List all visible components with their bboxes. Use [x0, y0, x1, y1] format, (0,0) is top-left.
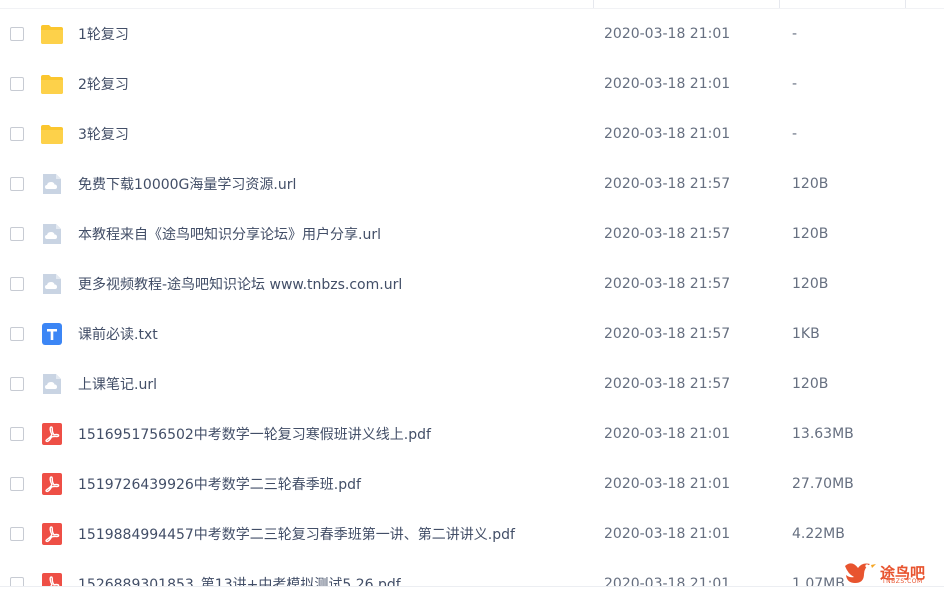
- file-date: 2020-03-18 21:57: [604, 226, 731, 242]
- file-size: 120B: [792, 376, 829, 392]
- url-icon: [40, 272, 64, 296]
- file-name[interactable]: 上课笔记.url: [78, 374, 157, 394]
- folder-icon: [40, 72, 64, 96]
- url-icon: [40, 222, 64, 246]
- file-row[interactable]: 3轮复习 2020-03-18 21:01 -: [0, 109, 944, 159]
- file-row[interactable]: 1516951756502中考数学一轮复习寒假班讲义线上.pdf 2020-03-…: [0, 409, 944, 459]
- row-checkbox[interactable]: [10, 127, 24, 141]
- row-checkbox[interactable]: [10, 427, 24, 441]
- file-name[interactable]: 2轮复习: [78, 74, 129, 94]
- file-date: 2020-03-18 21:57: [604, 376, 731, 392]
- file-row[interactable]: 1519884994457中考数学二三轮复习春季班第一讲、第二讲讲义.pdf 20…: [0, 509, 944, 559]
- row-checkbox[interactable]: [10, 377, 24, 391]
- file-date: 2020-03-18 21:01: [604, 476, 731, 492]
- file-size: 120B: [792, 176, 829, 192]
- file-name[interactable]: 1519884994457中考数学二三轮复习春季班第一讲、第二讲讲义.pdf: [78, 524, 515, 544]
- file-name[interactable]: 1轮复习: [78, 24, 129, 44]
- file-date: 2020-03-18 21:57: [604, 276, 731, 292]
- row-checkbox[interactable]: [10, 277, 24, 291]
- url-icon: [40, 172, 64, 196]
- row-checkbox[interactable]: [10, 227, 24, 241]
- file-name[interactable]: 免费下载10000G海量学习资源.url: [78, 174, 296, 194]
- pdf-icon: [40, 472, 64, 496]
- row-checkbox[interactable]: [10, 177, 24, 191]
- file-date: 2020-03-18 21:01: [604, 526, 731, 542]
- file-size: 4.22MB: [792, 526, 845, 542]
- column-divider[interactable]: [779, 0, 780, 8]
- file-size: 120B: [792, 276, 829, 292]
- file-date: 2020-03-18 21:01: [604, 426, 731, 442]
- file-list: 1轮复习 2020-03-18 21:01 - 2轮复习 2020-03-18 21:0…: [0, 0, 944, 592]
- file-name[interactable]: 本教程来自《途鸟吧知识分享论坛》用户分享.url: [78, 224, 381, 244]
- file-name[interactable]: 3轮复习: [78, 124, 129, 144]
- file-size: -: [792, 126, 798, 142]
- file-name[interactable]: 更多视频教程-途鸟吧知识论坛 www.tnbzs.com.url: [78, 274, 402, 294]
- file-name[interactable]: 1516951756502中考数学一轮复习寒假班讲义线上.pdf: [78, 424, 431, 444]
- file-row[interactable]: 本教程来自《途鸟吧知识分享论坛》用户分享.url 2020-03-18 21:57…: [0, 209, 944, 259]
- folder-icon: [40, 122, 64, 146]
- watermark-subtext: TNBZS.COM: [882, 578, 923, 585]
- row-checkbox[interactable]: [10, 327, 24, 341]
- bird-logo-icon: [845, 563, 876, 583]
- file-size: 1KB: [792, 326, 820, 342]
- column-divider[interactable]: [905, 0, 906, 8]
- file-size: 120B: [792, 226, 829, 242]
- file-name[interactable]: 课前必读.txt: [78, 324, 158, 344]
- list-bottom-edge: [0, 586, 944, 592]
- watermark-logo: 途鸟吧 TNBZS.COM: [842, 556, 938, 588]
- file-row[interactable]: 更多视频教程-途鸟吧知识论坛 www.tnbzs.com.url 2020-03-…: [0, 259, 944, 309]
- file-date: 2020-03-18 21:01: [604, 26, 731, 42]
- folder-icon: [40, 22, 64, 46]
- url-icon: [40, 372, 64, 396]
- row-checkbox[interactable]: [10, 477, 24, 491]
- column-divider[interactable]: [593, 0, 594, 8]
- file-size: 27.70MB: [792, 476, 854, 492]
- pdf-icon: [40, 422, 64, 446]
- row-checkbox[interactable]: [10, 527, 24, 541]
- row-checkbox[interactable]: [10, 77, 24, 91]
- file-name[interactable]: 1519726439926中考数学二三轮春季班.pdf: [78, 474, 361, 494]
- column-header: [0, 0, 944, 9]
- pdf-icon: [40, 522, 64, 546]
- file-row[interactable]: 2轮复习 2020-03-18 21:01 -: [0, 59, 944, 109]
- file-date: 2020-03-18 21:01: [604, 76, 731, 92]
- file-row[interactable]: 免费下载10000G海量学习资源.url 2020-03-18 21:57 120B: [0, 159, 944, 209]
- file-row[interactable]: 1519726439926中考数学二三轮春季班.pdf 2020-03-18 21…: [0, 459, 944, 509]
- file-size: -: [792, 26, 798, 42]
- row-checkbox[interactable]: [10, 27, 24, 41]
- file-row[interactable]: 上课笔记.url 2020-03-18 21:57 120B: [0, 359, 944, 409]
- file-date: 2020-03-18 21:01: [604, 126, 731, 142]
- file-date: 2020-03-18 21:57: [604, 326, 731, 342]
- file-row[interactable]: 1轮复习 2020-03-18 21:01 -: [0, 9, 944, 59]
- txt-icon: [40, 322, 64, 346]
- file-size: -: [792, 76, 798, 92]
- file-row[interactable]: 课前必读.txt 2020-03-18 21:57 1KB: [0, 309, 944, 359]
- file-size: 13.63MB: [792, 426, 854, 442]
- file-date: 2020-03-18 21:57: [604, 176, 731, 192]
